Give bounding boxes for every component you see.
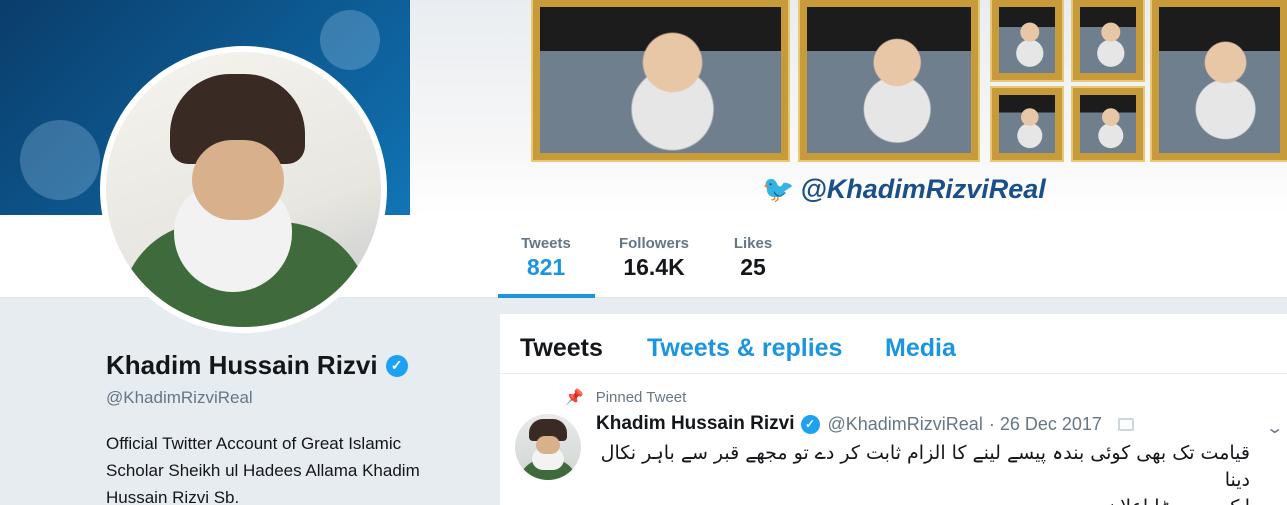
stat-likes-value: 25 bbox=[740, 254, 766, 280]
active-stat-indicator bbox=[498, 294, 595, 298]
tweet-text-line-1: قیامت تک بھی کوئی بندہ پیسے لینے کا الزا… bbox=[600, 442, 1250, 491]
stat-tweets[interactable]: Tweets 821 bbox=[513, 235, 579, 281]
twitter-profile-page: 🐦 @KhadimRizviReal Tweets 821 Followers … bbox=[0, 0, 1287, 505]
tweet-author-avatar[interactable] bbox=[515, 414, 581, 480]
verified-badge-icon: ✓ bbox=[800, 414, 820, 434]
tweet-author-name[interactable]: Khadim Hussain Rizvi bbox=[596, 413, 795, 435]
stat-followers-value: 16.4K bbox=[623, 254, 685, 280]
tweet-text: قیامت تک بھی کوئی بندہ پیسے لینے کا الزا… bbox=[600, 440, 1250, 505]
tab-media[interactable]: Media bbox=[885, 334, 956, 363]
tweet-timestamp[interactable]: · 26 Dec 2017 bbox=[989, 414, 1102, 435]
tab-tweets[interactable]: Tweets bbox=[520, 334, 603, 363]
stat-likes-label: Likes bbox=[733, 235, 773, 252]
profile-name-row: Khadim Hussain Rizvi ✓ bbox=[106, 350, 408, 381]
stat-followers-label: Followers bbox=[618, 235, 689, 252]
profile-avatar-image bbox=[106, 52, 381, 327]
stat-likes[interactable]: Likes 25 bbox=[729, 235, 777, 281]
banner-frame-7 bbox=[1152, 0, 1287, 160]
profile-avatar[interactable] bbox=[100, 46, 387, 333]
tweet-header: Khadim Hussain Rizvi ✓ @KhadimRizviReal … bbox=[596, 413, 1134, 435]
pin-icon: 📌 bbox=[565, 389, 584, 406]
banner-frame-3 bbox=[992, 0, 1062, 80]
timeline-tabs: Tweets Tweets & replies Media bbox=[500, 314, 1287, 374]
verified-badge-icon: ✓ bbox=[385, 354, 408, 377]
tab-tweets-and-replies[interactable]: Tweets & replies bbox=[647, 334, 842, 363]
pinned-tweet-label: 📌 Pinned Tweet bbox=[565, 388, 687, 407]
timeline: Tweets Tweets & replies Media 📌 Pinned T… bbox=[500, 314, 1287, 505]
banner-handle-text: 🐦 @KhadimRizviReal bbox=[762, 174, 1046, 205]
profile-name[interactable]: Khadim Hussain Rizvi bbox=[106, 350, 378, 381]
pinned-tweet-text: Pinned Tweet bbox=[595, 388, 687, 406]
photo-gallery-icon bbox=[1117, 417, 1134, 431]
tweet-author-handle[interactable]: @KhadimRizviReal bbox=[828, 414, 983, 435]
banner-frame-4 bbox=[1073, 0, 1143, 80]
chevron-down-icon[interactable]: ⌄ bbox=[1265, 418, 1284, 438]
banner-frame-2 bbox=[800, 0, 978, 160]
tweet-text-line-2: ایک بہت بڑا اعلان bbox=[600, 494, 1250, 505]
profile-handle[interactable]: @KhadimRizviReal bbox=[106, 388, 253, 408]
profile-bio: Official Twitter Account of Great Islami… bbox=[106, 434, 420, 505]
banner-handle-label: @KhadimRizviReal bbox=[800, 174, 1046, 204]
twitter-bird-icon: 🐦 bbox=[762, 174, 795, 204]
banner-frame-5 bbox=[992, 88, 1062, 160]
stat-followers[interactable]: Followers 16.4K bbox=[612, 235, 696, 281]
stat-tweets-label: Tweets bbox=[521, 235, 571, 252]
stat-tweets-value: 821 bbox=[526, 254, 566, 280]
profile-info: Khadim Hussain Rizvi ✓ @KhadimRizviReal … bbox=[0, 298, 470, 505]
banner-frame-1 bbox=[533, 0, 788, 160]
banner-frame-6 bbox=[1073, 88, 1143, 160]
